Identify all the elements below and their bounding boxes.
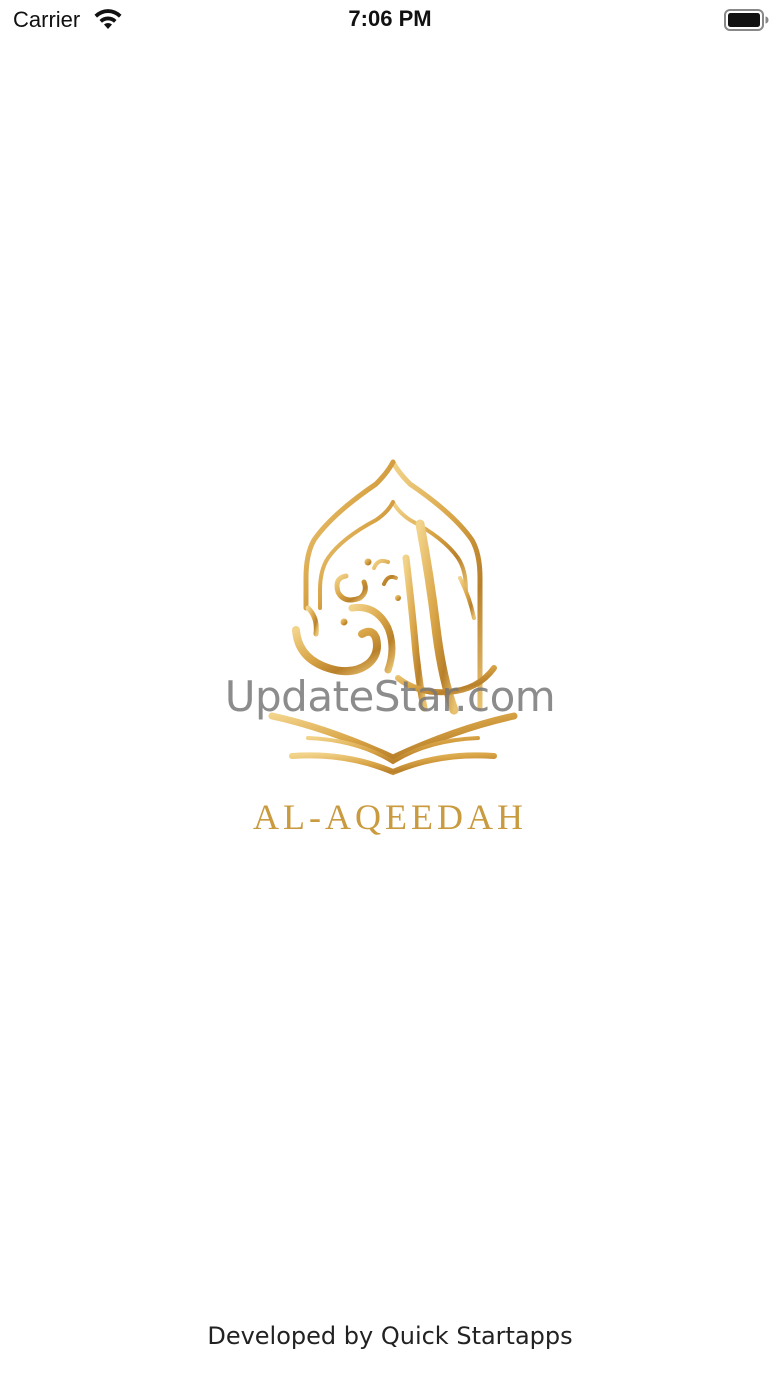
developer-credit: Developed by Quick Startapps bbox=[207, 1322, 573, 1350]
battery-icon bbox=[724, 9, 770, 31]
brand-name: AL-AQEEDAH bbox=[253, 797, 527, 837]
clock: 7:06 PM bbox=[348, 6, 432, 31]
watermark-text: UpdateStar.com bbox=[224, 672, 556, 721]
status-bar: Carrier 7:06 PM bbox=[0, 0, 780, 40]
al-aqeedah-logo bbox=[248, 458, 538, 838]
